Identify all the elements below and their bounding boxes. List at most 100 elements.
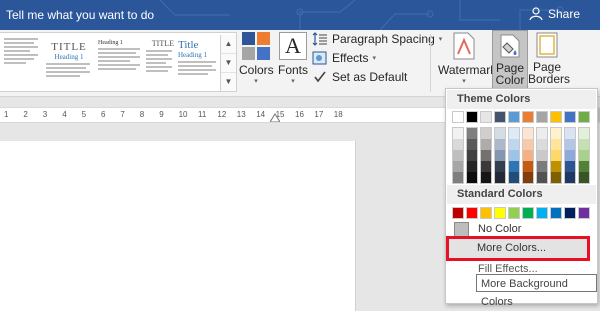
theme-shade-swatch[interactable] (480, 172, 492, 184)
theme-shade-swatch[interactable] (578, 127, 590, 139)
theme-color-swatch[interactable] (522, 111, 534, 123)
theme-shade-swatch[interactable] (508, 150, 520, 161)
colors-button[interactable]: Colors ▾ (239, 32, 274, 92)
theme-shade-swatch[interactable] (466, 150, 478, 161)
theme-color-swatch[interactable] (480, 111, 492, 123)
theme-shade-swatch[interactable] (508, 127, 520, 139)
theme-shade-swatch[interactable] (508, 139, 520, 150)
person-icon (529, 7, 543, 21)
watermark-button[interactable]: Watermark ▾ (438, 32, 496, 92)
theme-shade-swatch[interactable] (522, 139, 534, 150)
theme-shade-swatch[interactable] (550, 139, 562, 150)
thumb-title: Title (178, 39, 199, 51)
theme-color-swatch[interactable] (578, 111, 590, 123)
standard-color-swatch[interactable] (536, 207, 548, 219)
ruler-tick-label: 14 (256, 110, 266, 119)
theme-shade-swatch[interactable] (466, 172, 478, 184)
theme-shade-swatch[interactable] (452, 150, 464, 161)
standard-color-swatch[interactable] (494, 207, 506, 219)
theme-shade-swatch[interactable] (564, 161, 576, 172)
theme-color-swatch[interactable] (452, 111, 464, 123)
style-thumb-title[interactable]: TITLE Heading 1 (46, 36, 92, 88)
paragraph-spacing-button[interactable]: Paragraph Spacing ▾ (312, 32, 442, 46)
theme-shade-swatch[interactable] (452, 139, 464, 150)
page-borders-button[interactable]: Page Borders (528, 32, 570, 92)
standard-color-swatch[interactable] (480, 207, 492, 219)
theme-shade-swatch[interactable] (578, 161, 590, 172)
page-color-menu: Theme Colors Standard Colors No Color Fi… (445, 88, 598, 304)
theme-shade-swatch[interactable] (452, 172, 464, 184)
theme-color-swatch[interactable] (536, 111, 548, 123)
fonts-icon: A (279, 32, 307, 60)
theme-color-grid (452, 111, 590, 184)
theme-shade-swatch[interactable] (494, 172, 506, 184)
theme-color-column (452, 111, 464, 184)
theme-shade-swatch[interactable] (452, 127, 464, 139)
theme-shade-swatch[interactable] (522, 172, 534, 184)
more-colors-option[interactable]: More Colors... (446, 236, 590, 261)
standard-color-swatch[interactable] (452, 207, 464, 219)
theme-shade-swatch[interactable] (536, 161, 548, 172)
theme-shade-swatch[interactable] (550, 172, 562, 184)
share-button[interactable]: Share (529, 7, 580, 21)
theme-shade-swatch[interactable] (564, 150, 576, 161)
theme-shade-swatch[interactable] (466, 161, 478, 172)
indent-marker-icon[interactable] (270, 112, 280, 122)
theme-shade-swatch[interactable] (564, 172, 576, 184)
theme-shade-swatch[interactable] (494, 127, 506, 139)
theme-shade-swatch[interactable] (494, 139, 506, 150)
standard-color-swatch[interactable] (508, 207, 520, 219)
style-thumb-blue[interactable]: Title Heading 1 (178, 36, 218, 88)
theme-shade-swatch[interactable] (508, 161, 520, 172)
standard-color-grid (452, 207, 590, 219)
theme-shade-swatch[interactable] (522, 127, 534, 139)
theme-shade-swatch[interactable] (550, 161, 562, 172)
theme-shade-swatch[interactable] (522, 150, 534, 161)
theme-shade-swatch[interactable] (550, 150, 562, 161)
theme-shade-swatch[interactable] (564, 139, 576, 150)
fonts-button[interactable]: A Fonts ▾ (276, 32, 310, 92)
style-thumb-caps[interactable]: TITLE (146, 36, 174, 88)
theme-shade-swatch[interactable] (536, 150, 548, 161)
gallery-more-icon[interactable]: ▼ (221, 73, 236, 91)
style-thumb[interactable] (4, 36, 42, 88)
theme-shade-swatch[interactable] (466, 139, 478, 150)
gallery-scroll: ▲ ▼ ▼ (220, 35, 236, 91)
theme-shade-swatch[interactable] (452, 161, 464, 172)
theme-shade-swatch[interactable] (508, 172, 520, 184)
theme-shade-swatch[interactable] (536, 139, 548, 150)
theme-shade-swatch[interactable] (494, 150, 506, 161)
gallery-down-icon[interactable]: ▼ (221, 54, 236, 73)
standard-color-swatch[interactable] (550, 207, 562, 219)
page-color-button[interactable]: Page Color ▾ (492, 30, 528, 94)
document-page[interactable] (0, 141, 356, 311)
effects-button[interactable]: Effects ▾ (312, 51, 376, 65)
theme-shade-swatch[interactable] (550, 127, 562, 139)
theme-color-swatch[interactable] (508, 111, 520, 123)
theme-shade-swatch[interactable] (578, 139, 590, 150)
theme-shade-swatch[interactable] (480, 161, 492, 172)
theme-color-swatch[interactable] (494, 111, 506, 123)
theme-color-swatch[interactable] (466, 111, 478, 123)
theme-shade-swatch[interactable] (480, 139, 492, 150)
theme-shade-swatch[interactable] (466, 127, 478, 139)
theme-shade-swatch[interactable] (564, 127, 576, 139)
theme-color-swatch[interactable] (564, 111, 576, 123)
theme-shade-swatch[interactable] (536, 172, 548, 184)
gallery-up-icon[interactable]: ▲ (221, 35, 236, 54)
theme-shade-swatch[interactable] (578, 150, 590, 161)
theme-shade-swatch[interactable] (494, 161, 506, 172)
theme-shade-swatch[interactable] (480, 127, 492, 139)
standard-color-swatch[interactable] (522, 207, 534, 219)
standard-color-swatch[interactable] (578, 207, 590, 219)
theme-shade-swatch[interactable] (480, 150, 492, 161)
theme-shade-swatch[interactable] (578, 172, 590, 184)
tell-me-box[interactable]: Tell me what you want to do (6, 8, 154, 22)
style-thumb-heading[interactable]: Heading 1 (98, 36, 142, 88)
set-as-default-button[interactable]: Set as Default (312, 70, 407, 84)
theme-shade-swatch[interactable] (536, 127, 548, 139)
standard-color-swatch[interactable] (466, 207, 478, 219)
standard-color-swatch[interactable] (564, 207, 576, 219)
theme-shade-swatch[interactable] (522, 161, 534, 172)
theme-color-swatch[interactable] (550, 111, 562, 123)
